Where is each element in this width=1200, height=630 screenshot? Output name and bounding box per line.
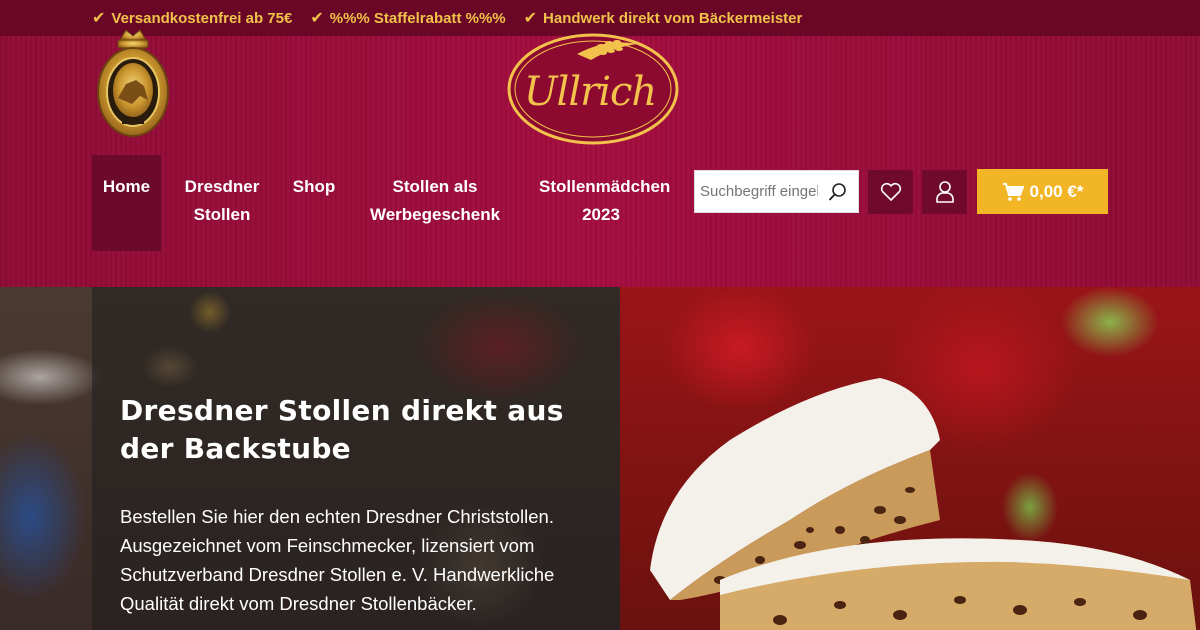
usp-text: %%% Staffelrabatt %%% <box>329 9 506 27</box>
cart-icon <box>1002 182 1024 201</box>
search-input[interactable] <box>700 183 818 200</box>
heart-icon <box>880 182 901 201</box>
usp-text: Handwerk direkt vom Bäckermeister <box>543 9 803 27</box>
nav-item-stollenmaedchen[interactable]: Stollenmädchen 2023 <box>525 155 677 251</box>
usp-text: Versandkostenfrei ab 75€ <box>111 9 293 27</box>
user-icon <box>935 181 954 203</box>
nav-item-werbegeschenk[interactable]: Stollen als Werbegeschenk <box>345 155 525 251</box>
usp-item: ✔ Versandkostenfrei ab 75€ <box>92 8 292 28</box>
hero-title: Dresdner Stollen direkt aus der Backstub… <box>120 394 564 465</box>
usp-item: ✔ %%% Staffelrabatt %%% <box>310 8 505 28</box>
check-icon: ✔ <box>310 10 324 27</box>
main-nav: Home Dresdner Stollen Shop Stollen als W… <box>92 155 677 251</box>
stollen-loaf-image <box>720 538 1197 630</box>
nav-item-shop[interactable]: Shop <box>283 155 345 251</box>
nav-item-dresdner-stollen[interactable]: Dresdner Stollen <box>161 155 283 251</box>
search-box <box>694 170 859 213</box>
cart-total: 0,00 €* <box>1029 181 1084 201</box>
logo-text: Ullrich <box>523 69 657 115</box>
nav-item-home[interactable]: Home <box>92 155 161 251</box>
hero-description: Bestellen Sie hier den echten Dresdner C… <box>120 506 555 614</box>
wishlist-button[interactable] <box>868 170 913 214</box>
check-icon: ✔ <box>92 10 106 27</box>
usp-item: ✔ Handwerk direkt vom Bäckermeister <box>524 8 803 28</box>
search-icon[interactable] <box>828 182 848 202</box>
award-seal-icon <box>97 29 169 137</box>
account-button[interactable] <box>922 170 967 214</box>
cart-button[interactable]: 0,00 €* <box>977 169 1108 214</box>
check-icon: ✔ <box>523 10 538 27</box>
